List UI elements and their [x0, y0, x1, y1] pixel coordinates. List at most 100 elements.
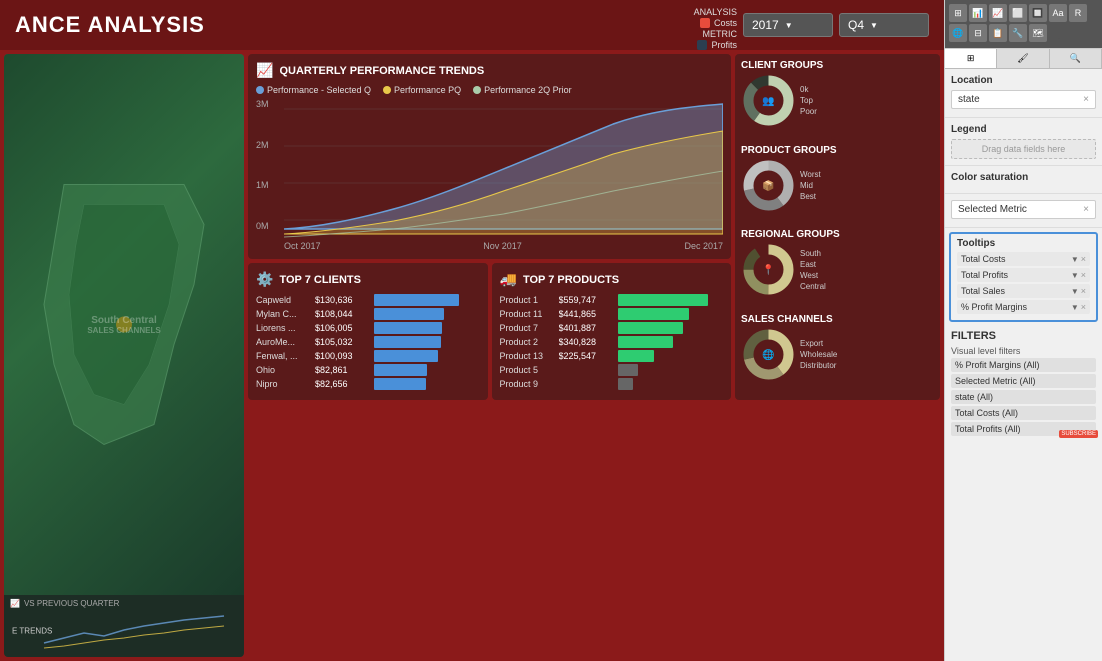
sales-channels-section: SALES CHANNELS 🌐 Export	[741, 314, 934, 395]
rp-icon-10[interactable]: 📋	[989, 24, 1007, 42]
legend-title: Legend	[951, 124, 1096, 135]
location-section: Location state ×	[945, 69, 1102, 118]
tooltip-arrow-4[interactable]: ▼	[1071, 303, 1079, 312]
map-area: South Central SALES CHANNELS 📈 VS PREVIO…	[4, 54, 244, 657]
client-row-2: Mylan C... $108,044	[256, 308, 480, 320]
filter-row-3[interactable]: state (All)	[951, 390, 1096, 404]
rp-icon-8[interactable]: 🌐	[949, 24, 967, 42]
quarter-dropdown-arrow: ▼	[870, 21, 878, 30]
tooltip-label-3: Total Sales	[961, 286, 1005, 296]
e-trends-label: E TRENDS	[12, 626, 52, 635]
y-axis: 3M 2M 1M 0M	[256, 99, 281, 231]
rp-icon-6[interactable]: Aa	[1049, 4, 1067, 22]
filter-row-5[interactable]: Total Profits (All) SUBSCRIBE	[951, 422, 1096, 436]
client-groups-donut: 👥	[741, 73, 796, 128]
client-bar-5	[374, 350, 438, 362]
year-dropdown[interactable]: 2017 ▼	[743, 13, 833, 37]
filter-label-5: Total Profits (All)	[955, 424, 1021, 434]
year-dropdown-arrow: ▼	[785, 21, 793, 30]
product-groups-donut: 📦	[741, 158, 796, 213]
tab-analytics[interactable]: 🔍	[1050, 49, 1102, 68]
product-bar-5	[618, 350, 654, 362]
tooltip-arrow-2[interactable]: ▼	[1071, 271, 1079, 280]
rp-icon-5[interactable]: 🔲	[1029, 4, 1047, 22]
tooltip-x-4[interactable]: ×	[1081, 302, 1086, 312]
tab-format[interactable]: 🖌	[997, 49, 1049, 68]
product-row-3: Product 7 $401,887	[500, 322, 724, 334]
rp-icon-11[interactable]: 🔧	[1009, 24, 1027, 42]
selected-metric-clear[interactable]: ×	[1083, 204, 1089, 215]
right-charts-panel: CLIENT GROUPS 👥 0k Top	[735, 54, 940, 400]
profits-label: Profits	[711, 40, 737, 50]
rp-icon-3[interactable]: 📈	[989, 4, 1007, 22]
product-row-5: Product 13 $225,547	[500, 350, 724, 362]
sales-channels-donut: 🌐	[741, 327, 796, 382]
app-container: ANCE ANALYSIS ANALYSIS Costs METRIC	[0, 0, 1102, 661]
tooltip-x-1[interactable]: ×	[1081, 254, 1086, 264]
costs-legend-dot	[700, 18, 710, 28]
filter-row-2[interactable]: Selected Metric (All)	[951, 374, 1096, 388]
tooltip-x-2[interactable]: ×	[1081, 270, 1086, 280]
tooltips-section: Tooltips Total Costs ▼ × Total Profits ▼…	[949, 232, 1098, 322]
filter-row-4[interactable]: Total Costs (All)	[951, 406, 1096, 420]
svg-text:📍: 📍	[762, 263, 774, 276]
filter-label-2: Selected Metric (All)	[955, 376, 1036, 386]
bottom-center: ⚙️ TOP 7 CLIENTS Capweld $130,636 Mylan …	[248, 263, 731, 400]
selected-metric-value: Selected Metric	[958, 204, 1027, 215]
subscribe-badge: SUBSCRIBE	[1059, 430, 1098, 438]
legend-item-2q: Performance 2Q Prior	[473, 85, 572, 95]
chart-wrapper: 3M 2M 1M 0M	[256, 99, 723, 251]
location-field[interactable]: state ×	[951, 90, 1096, 109]
quarter-dropdown[interactable]: Q4 ▼	[839, 13, 929, 37]
tab-fields[interactable]: ⊞	[945, 49, 997, 68]
product-groups-labels: Worst Mid Best	[800, 170, 821, 201]
analysis-label: ANALYSIS	[694, 7, 737, 17]
location-value: state	[958, 94, 980, 105]
rp-tabs: ⊞ 🖌 🔍	[945, 49, 1102, 69]
tooltip-controls-1: ▼ ×	[1071, 254, 1086, 264]
location-clear[interactable]: ×	[1083, 94, 1089, 105]
rp-icon-9[interactable]: ⊟	[969, 24, 987, 42]
client-bar-1	[374, 294, 459, 306]
visual-filters-title: Visual level filters	[951, 346, 1096, 356]
tooltip-arrow-3[interactable]: ▼	[1071, 287, 1079, 296]
top-products-title: 🚚 TOP 7 PRODUCTS	[500, 271, 724, 288]
tooltip-row-3: Total Sales ▼ ×	[957, 284, 1090, 298]
product-bar-2	[618, 308, 689, 320]
tooltip-controls-4: ▼ ×	[1071, 302, 1086, 312]
rp-dots: ...	[1049, 24, 1069, 44]
regional-groups-labels: South East West Central	[800, 249, 826, 291]
product-bar-4	[618, 336, 673, 348]
rp-icons-top: ⊞ 📊 📈 ⬜ 🔲 Aa R 🌐 ⊟ 📋 🔧 🗺 ...	[945, 0, 1102, 49]
rp-icon-12[interactable]: 🗺	[1029, 24, 1047, 42]
client-bar-3	[374, 322, 442, 334]
rp-icon-2[interactable]: 📊	[969, 4, 987, 22]
tooltip-label-1: Total Costs	[961, 254, 1006, 264]
product-row-7: Product 9	[500, 378, 724, 390]
client-row-3: Liorens ... $106,005	[256, 322, 480, 334]
filters-section: FILTERS Visual level filters % Profit Ma…	[945, 326, 1102, 442]
client-row-7: Nipro $82,656	[256, 378, 480, 390]
svg-text:🌐: 🌐	[762, 348, 774, 361]
filter-label-4: Total Costs (All)	[955, 408, 1018, 418]
rp-icon-4[interactable]: ⬜	[1009, 4, 1027, 22]
filter-row-1[interactable]: % Profit Margins (All)	[951, 358, 1096, 372]
rp-icon-7[interactable]: R	[1069, 4, 1087, 22]
product-groups-section: PRODUCT GROUPS 📦 Worst M	[741, 145, 934, 226]
sales-channels-title: SALES CHANNELS	[741, 314, 934, 325]
product-row-2: Product 11 $441,865	[500, 308, 724, 320]
selected-metric-field[interactable]: Selected Metric ×	[951, 200, 1096, 219]
tooltip-label-4: % Profit Margins	[961, 302, 1027, 312]
client-groups-row: 👥 0k Top Poor	[741, 73, 934, 128]
tooltip-x-3[interactable]: ×	[1081, 286, 1086, 296]
right-panel: ⊞ 📊 📈 ⬜ 🔲 Aa R 🌐 ⊟ 📋 🔧 🗺 ... ⊞ 🖌 🔍 Locat…	[944, 0, 1102, 661]
legend-hint: Drag data fields here	[951, 139, 1096, 159]
top-clients-title: ⚙️ TOP 7 CLIENTS	[256, 271, 480, 288]
metric-label: METRIC	[703, 29, 738, 39]
rp-icon-1[interactable]: ⊞	[949, 4, 967, 22]
analysis-legend: ANALYSIS Costs METRIC Profits	[694, 7, 737, 51]
tooltip-arrow-1[interactable]: ▼	[1071, 255, 1079, 264]
main-chart-svg	[284, 99, 723, 239]
product-groups-row: 📦 Worst Mid Best	[741, 158, 934, 213]
color-saturation-section: Color saturation	[945, 166, 1102, 194]
